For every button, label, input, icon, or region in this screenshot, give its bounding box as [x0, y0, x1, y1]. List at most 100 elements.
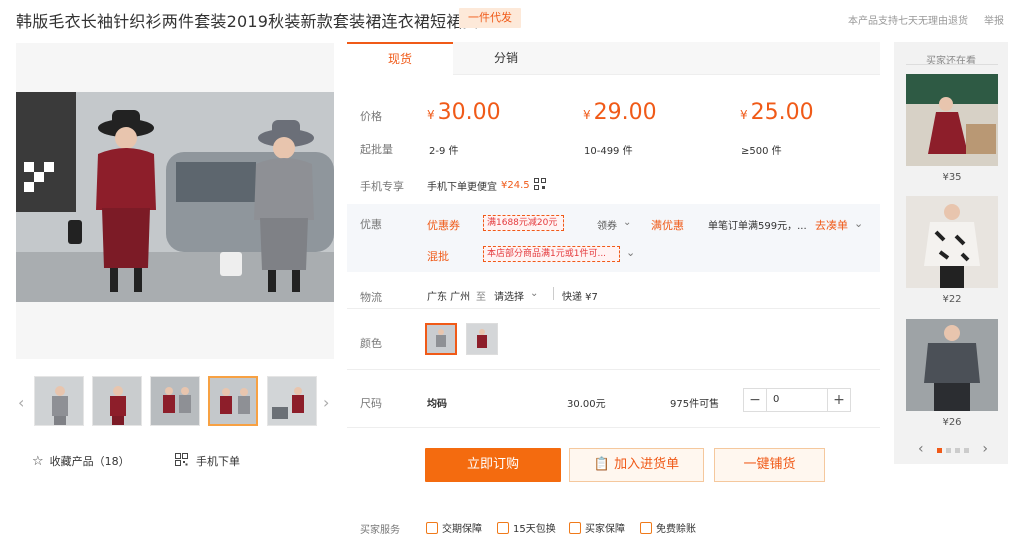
mobile-order-label: 手机下单 — [196, 455, 240, 468]
mixed-batch-tag[interactable]: 本店部分商品满1元或1件可... — [483, 246, 620, 262]
moq-label: 起批量 — [360, 143, 393, 156]
color-option-grey[interactable] — [425, 323, 457, 355]
claim-coupon-dropdown[interactable]: 领券 ⌄ — [597, 217, 631, 232]
claim-coupon-label: 领券 — [597, 221, 617, 232]
favorite-product[interactable]: ☆ 收藏产品（18） — [32, 453, 130, 469]
service-item[interactable]: 交期保障 — [426, 520, 482, 535]
favorite-label: 收藏产品（18） — [49, 455, 130, 468]
price-tier-2-range: 10-499 件 — [584, 146, 633, 157]
clipboard-icon: 📋 — [593, 457, 611, 472]
chevron-right-icon[interactable]: › — [982, 441, 988, 457]
price-tier-1-range: 2-9 件 — [429, 146, 459, 157]
product-image — [906, 196, 998, 288]
section-divider — [347, 427, 880, 428]
qr-code-icon — [533, 178, 546, 193]
product-image — [906, 319, 998, 411]
thumbnail-image — [210, 378, 256, 424]
coupon-tag[interactable]: 满1688元减20元 — [483, 215, 564, 231]
also-viewed-item-image[interactable] — [906, 319, 998, 411]
mixed-batch-label: 混批 — [427, 250, 449, 263]
destination-value: 请选择 — [494, 292, 524, 303]
delivery-guarantee-icon — [426, 521, 438, 534]
price-tier-1: ¥30.00 — [427, 100, 501, 125]
exchange-icon — [497, 521, 509, 534]
promotion-label: 优惠 — [360, 218, 382, 231]
price-label: 价格 — [360, 110, 382, 123]
gallery-thumbnail[interactable] — [150, 376, 200, 426]
full-discount-text: 单笔订单满599元，... — [708, 221, 807, 232]
star-icon: ☆ — [32, 453, 44, 469]
section-divider — [347, 308, 880, 309]
stock-available: 975件可售 — [670, 399, 720, 410]
full-discount-label: 满优惠 — [651, 219, 684, 232]
destination-select[interactable]: 请选择 ⌄ — [494, 288, 538, 303]
add-items-label: 去凑单 — [815, 219, 848, 232]
qr-code-icon — [175, 453, 188, 469]
gallery-next-arrow[interactable]: › — [323, 393, 329, 412]
shield-icon — [569, 521, 581, 534]
price-tier-3-range: ≥500 件 — [741, 146, 782, 157]
swatch-image — [467, 324, 497, 354]
add-items-link[interactable]: 去凑单 ⌄ — [815, 217, 863, 233]
ship-from: 广东 广州 — [427, 292, 471, 303]
gallery-thumbnail[interactable] — [92, 376, 142, 426]
also-viewed-item-price: ¥22 — [942, 294, 962, 305]
gallery-thumbnail[interactable] — [34, 376, 84, 426]
gallery-thumbnail[interactable] — [267, 376, 317, 426]
quantity-input[interactable]: 0 — [766, 389, 828, 411]
dropship-badge: 一件代发 — [459, 8, 521, 28]
mobile-exclusive-text: 手机下单更便宜 — [427, 182, 497, 193]
report-link[interactable]: 举报 — [984, 12, 1004, 27]
tab-distribution[interactable]: 分销 — [453, 42, 559, 75]
order-now-button[interactable]: 立即订购 — [425, 448, 561, 482]
carousel-dot[interactable] — [946, 447, 951, 453]
section-divider — [347, 369, 880, 370]
mobile-exclusive-label: 手机专享 — [360, 180, 404, 193]
add-to-cart-button[interactable]: 📋 加入进货单 — [569, 448, 704, 482]
service-item-label: 免费赊账 — [656, 524, 696, 535]
service-item[interactable]: 15天包换 — [497, 520, 556, 535]
gallery-prev-arrow[interactable]: ‹ — [18, 393, 24, 412]
increase-button[interactable]: + — [828, 389, 850, 411]
quantity-stepper: − 0 + — [743, 388, 851, 412]
main-product-image[interactable] — [16, 92, 334, 302]
thumbnail-image — [151, 377, 199, 425]
color-option-red[interactable] — [466, 323, 498, 355]
ship-to-word: 至 — [476, 292, 486, 303]
price-tier-2: ¥29.00 — [583, 100, 657, 125]
carousel-dot-active[interactable] — [937, 447, 942, 453]
divider — [906, 64, 998, 65]
credit-icon — [640, 521, 652, 534]
gallery-thumbnail-selected[interactable] — [208, 376, 258, 426]
service-item-label: 15天包换 — [513, 524, 556, 535]
logistics-label: 物流 — [360, 291, 382, 304]
product-photo-illustration — [16, 92, 334, 302]
chevron-down-icon: ⌄ — [623, 217, 632, 228]
carousel-dot[interactable] — [955, 447, 960, 453]
service-item[interactable]: 免费赊账 — [640, 520, 696, 535]
also-viewed-item-price: ¥35 — [942, 172, 962, 183]
service-item[interactable]: 买家保障 — [569, 520, 625, 535]
chevron-down-icon: ⌄ — [854, 217, 864, 230]
also-viewed-item-image[interactable] — [906, 74, 998, 166]
mobile-exclusive-price: ¥24.5 — [501, 180, 530, 191]
mobile-exclusive-info[interactable]: 手机下单更便宜 ¥24.5 — [427, 178, 546, 193]
size-price: 30.00元 — [567, 399, 606, 410]
coupon-label: 优惠券 — [427, 219, 460, 232]
size-value: 均码 — [427, 399, 447, 410]
one-click-distribute-button[interactable]: 一键铺货 — [714, 448, 825, 482]
mobile-order-link[interactable]: 手机下单 — [175, 453, 240, 469]
chevron-down-icon[interactable]: ⌄ — [626, 246, 635, 259]
also-viewed-item-image[interactable] — [906, 196, 998, 288]
carousel-dots — [935, 443, 971, 456]
chevron-left-icon[interactable]: ‹ — [918, 441, 924, 457]
carousel-controls: ‹ › — [918, 441, 988, 457]
return-policy-notice: 本产品支持七天无理由退货 — [848, 16, 968, 27]
express-fee: 快递 ¥7 — [562, 292, 598, 303]
carousel-dot[interactable] — [964, 447, 969, 453]
divider — [553, 287, 554, 300]
chevron-down-icon: ⌄ — [530, 288, 539, 299]
decrease-button[interactable]: − — [744, 389, 766, 411]
tab-in-stock[interactable]: 现货 — [347, 42, 453, 75]
swatch-image — [427, 325, 455, 353]
